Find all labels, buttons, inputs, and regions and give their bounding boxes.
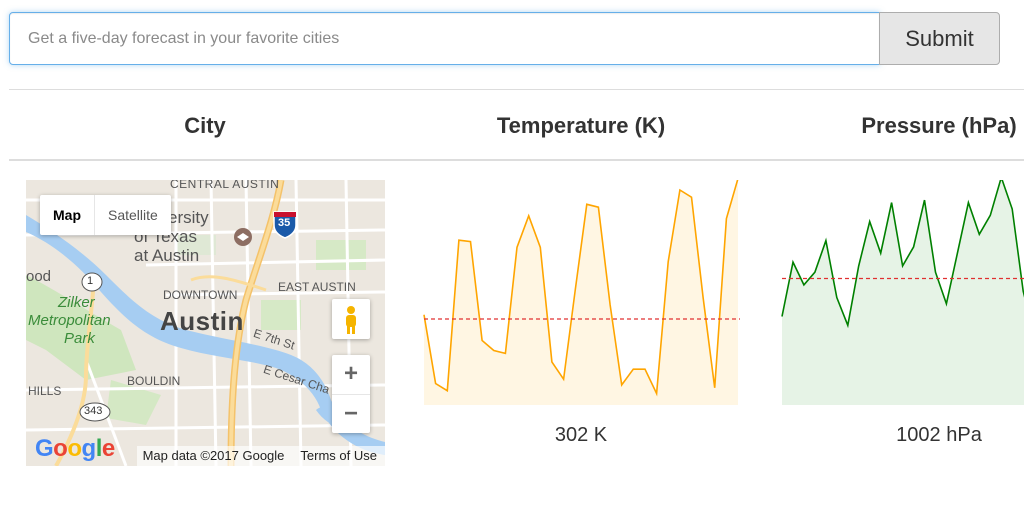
street-view-pegman-button[interactable]	[332, 299, 370, 339]
map-label-downtown: DOWNTOWN	[163, 288, 238, 302]
map-label-austin: Austin	[160, 306, 244, 336]
submit-button[interactable]: Submit	[879, 12, 1000, 65]
header-pressure: Pressure (hPa)	[861, 113, 1017, 138]
header-city: City	[184, 113, 226, 138]
map-label-hwy-1: 1	[87, 275, 94, 287]
temperature-caption: 302 K	[554, 424, 608, 446]
zoom-control: + −	[332, 355, 370, 433]
map-type-satellite-button[interactable]: Satellite	[95, 195, 171, 235]
map-label-hwy-343: 343	[84, 405, 103, 417]
pressure-area	[782, 180, 1024, 405]
temperature-sparkline	[423, 180, 740, 405]
temperature-area	[424, 180, 738, 405]
pegman-icon	[346, 306, 356, 334]
zoom-out-button[interactable]: −	[332, 395, 370, 434]
map-type-control: Map Satellite	[40, 195, 171, 235]
terms-of-use-link[interactable]: Terms of Use	[300, 446, 377, 466]
map-label-bouldin: BOULDIN	[127, 374, 181, 388]
map-label-hwy-35: 35	[278, 217, 291, 229]
google-logo: Google	[35, 435, 115, 462]
map-label-park: Park	[64, 330, 95, 347]
map-label-at-austin: at Austin	[134, 246, 200, 265]
pressure-sparkline	[781, 180, 1024, 405]
search-input[interactable]	[9, 12, 880, 65]
table-top-rule	[9, 89, 1024, 90]
map-label-metropolitan: Metropolitan	[28, 312, 111, 329]
map-attribution-bar: Map data ©2017 Google Terms of Use	[136, 446, 385, 466]
city-map[interactable]: CENTRAL AUSTIN University of Texas at Au…	[26, 180, 385, 466]
header-temperature: Temperature (K)	[496, 113, 666, 138]
map-label-east-austin: EAST AUSTIN	[278, 280, 356, 294]
pressure-caption: 1002 hPa	[896, 424, 982, 446]
map-label-ood: ood	[26, 268, 52, 285]
map-type-map-button[interactable]: Map	[40, 195, 95, 235]
map-label-zilker: Zilker	[58, 294, 95, 311]
map-attribution: Map data ©2017 Google	[142, 448, 285, 463]
table-header-rule	[9, 159, 1024, 161]
zoom-in-button[interactable]: +	[332, 355, 370, 395]
map-label-central-austin: CENTRAL AUSTIN	[170, 180, 280, 191]
map-label-hills: HILLS	[28, 384, 62, 398]
